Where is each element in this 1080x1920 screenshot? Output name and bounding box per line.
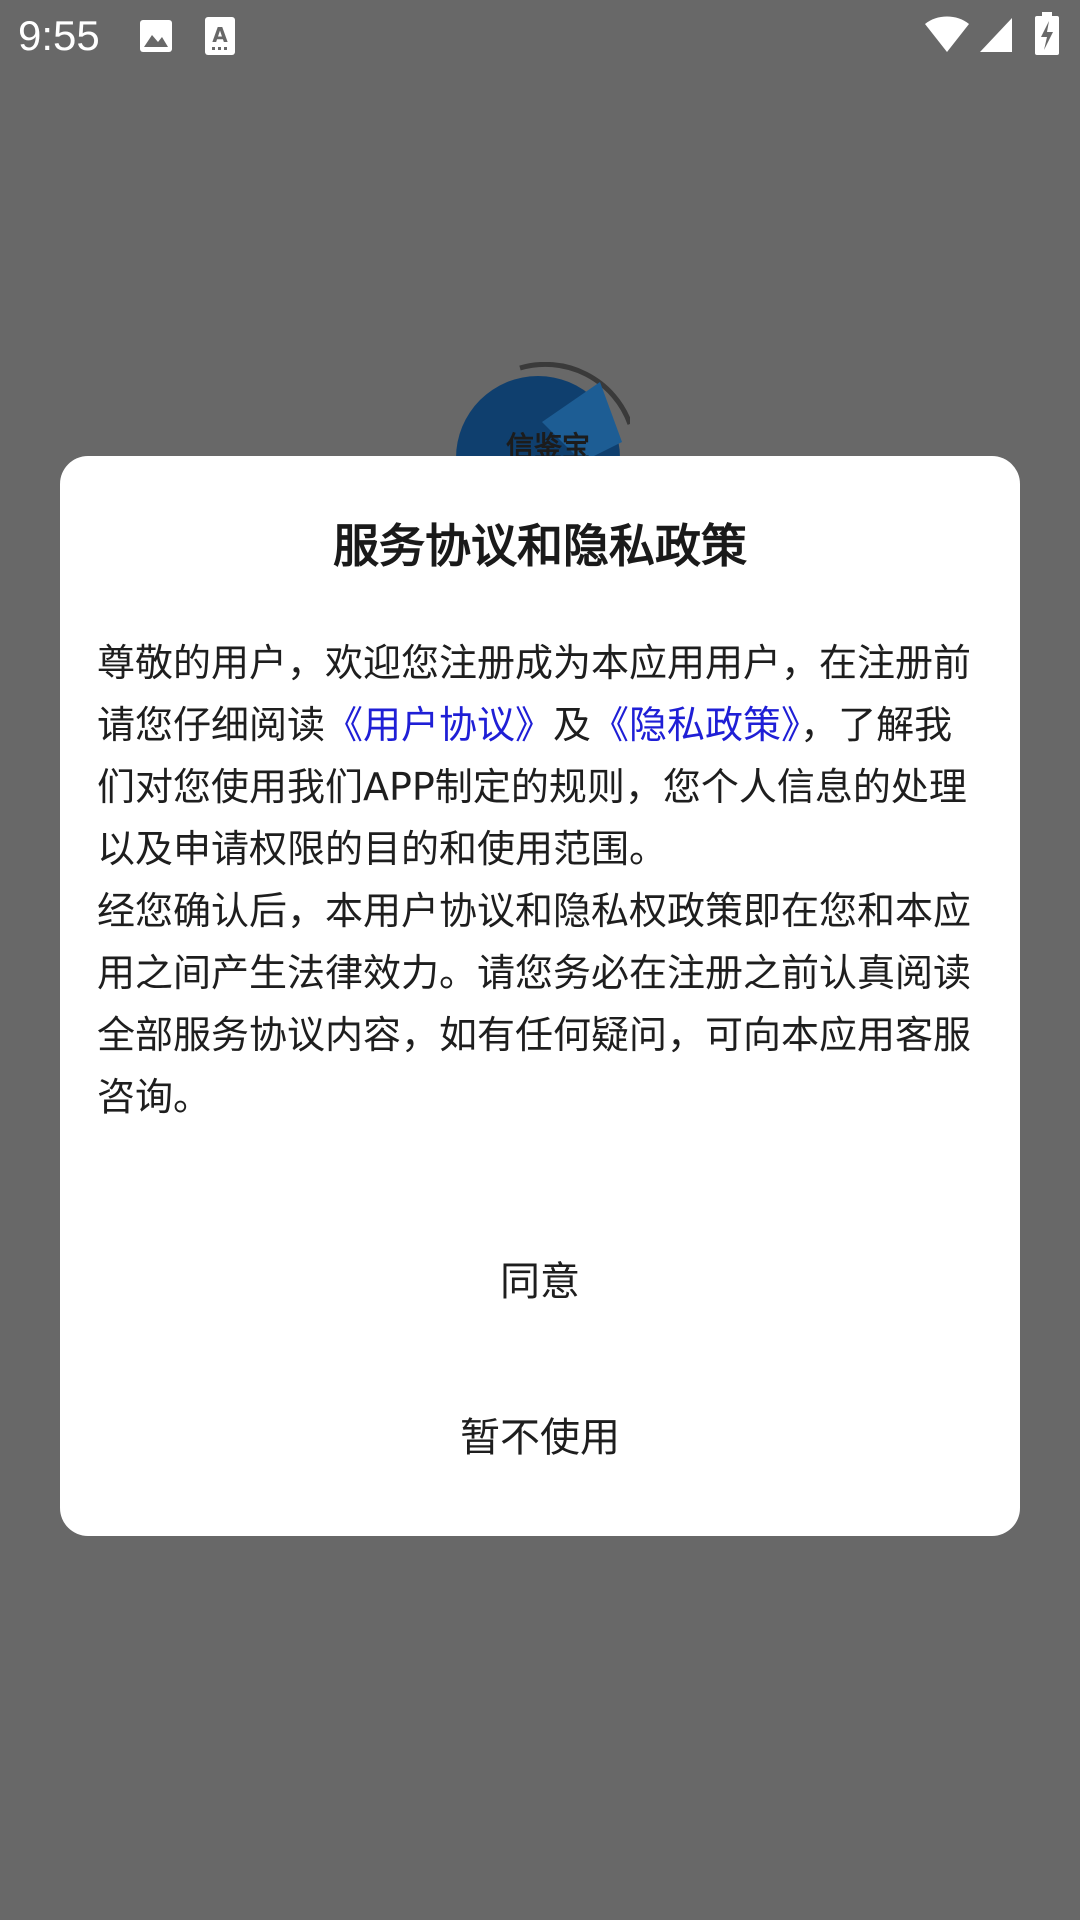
svg-text:A: A — [212, 23, 228, 47]
battery-charging-icon — [1035, 12, 1059, 55]
body-paragraph-1: 尊敬的用户，欢迎您注册成为本应用用户，在注册前请您仔细阅读《用户协议》及《隐私政… — [97, 632, 987, 880]
status-time: 9:55 — [18, 12, 100, 59]
user-agreement-link[interactable]: 《用户协议》 — [325, 703, 553, 747]
privacy-policy-link[interactable]: 《隐私政策》 — [591, 703, 800, 747]
agreement-dialog: 服务协议和隐私政策 尊敬的用户，欢迎您注册成为本应用用户，在注册前请您仔细阅读《… — [60, 456, 1020, 1536]
body-text: 及 — [553, 703, 592, 747]
status-bar: 9:55 A — [0, 0, 1080, 72]
wifi-icon — [925, 16, 969, 52]
decline-button[interactable]: 暂不使用 — [60, 1374, 1020, 1494]
body-paragraph-2: 经您确认后，本用户协议和隐私权政策即在您和本应用之间产生法律效力。请您务必在注册… — [97, 889, 972, 1119]
dialog-title: 服务协议和隐私政策 — [333, 519, 747, 573]
text-recognition-icon: A — [205, 17, 235, 55]
dialog-body: 尊敬的用户，欢迎您注册成为本应用用户，在注册前请您仔细阅读《用户协议》及《隐私政… — [97, 632, 987, 1128]
agree-button[interactable]: 同意 — [60, 1218, 1020, 1338]
image-icon — [140, 20, 172, 52]
cellular-signal-icon — [980, 18, 1012, 52]
